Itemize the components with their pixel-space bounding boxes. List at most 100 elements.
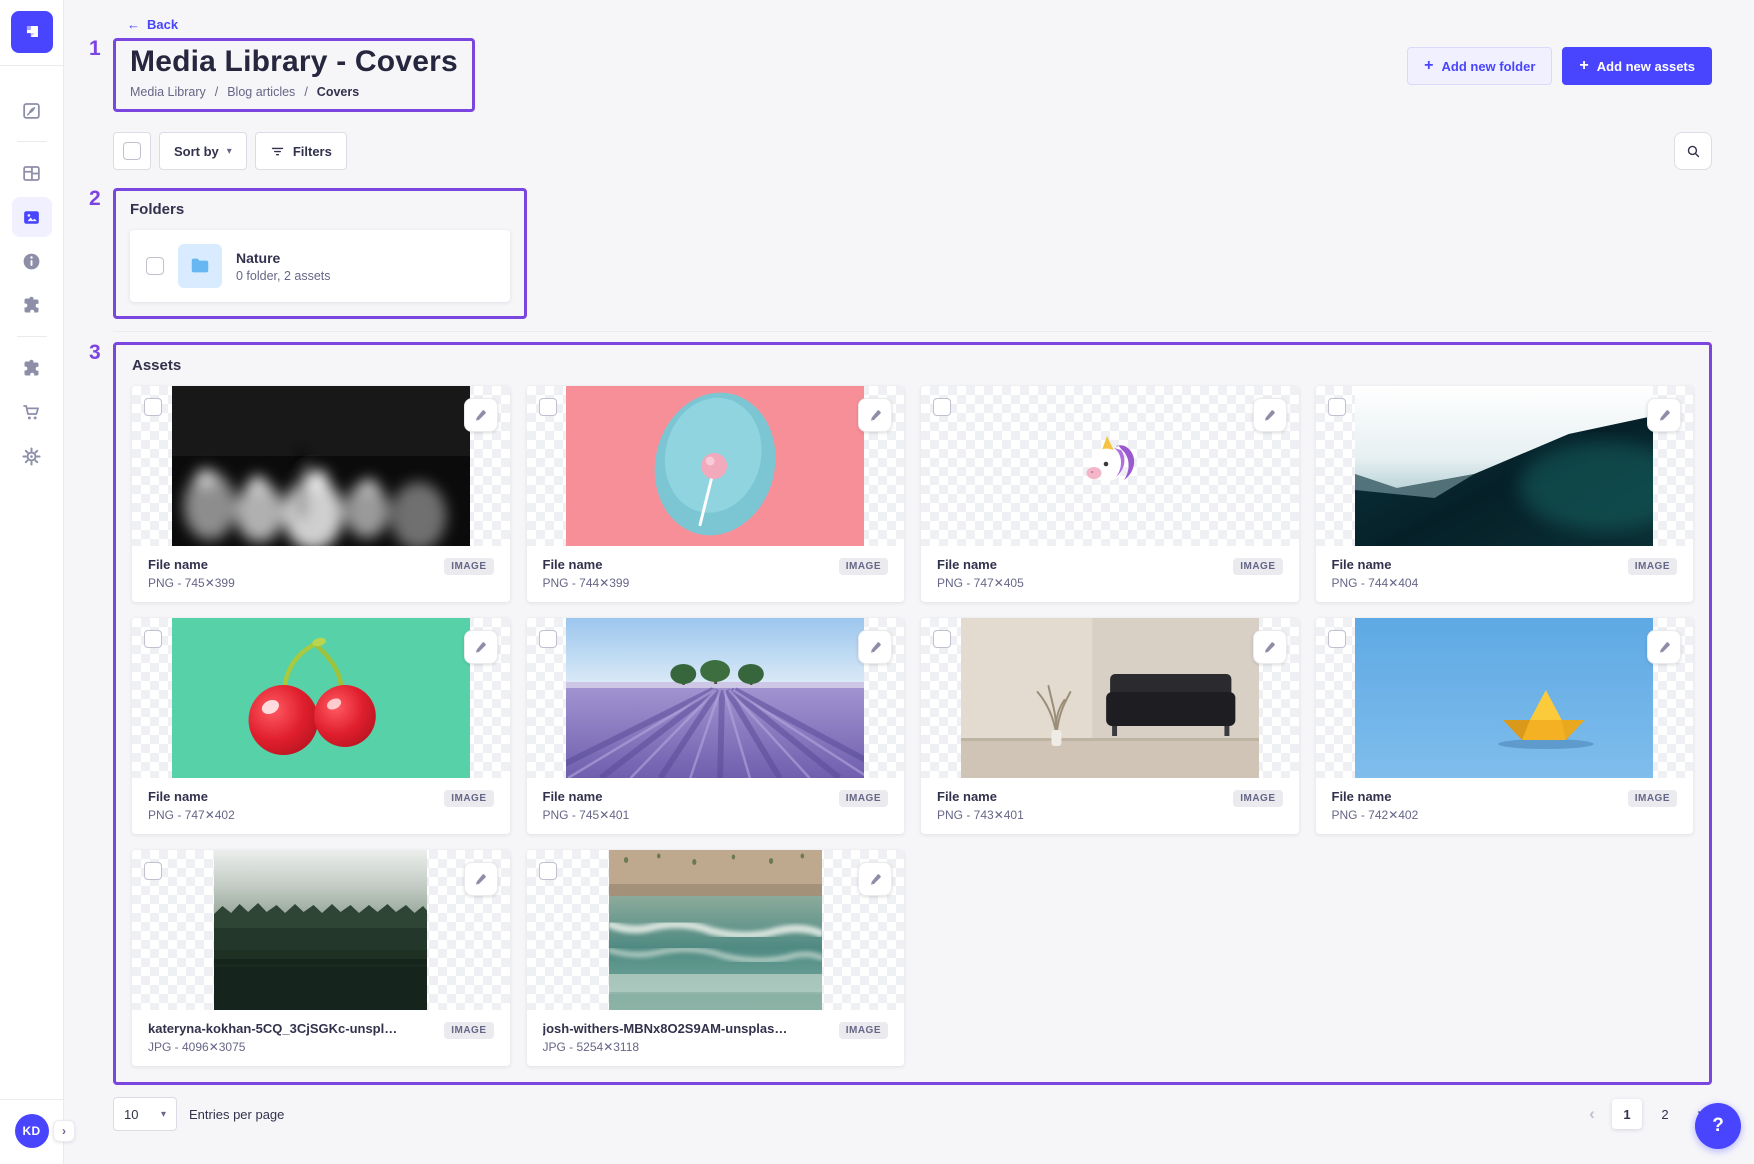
band-concert-photo: [172, 386, 470, 546]
strapi-logo[interactable]: [11, 11, 53, 53]
asset-type-badge: IMAGE: [839, 558, 888, 575]
asset-file-meta: PNG - 745✕399: [148, 576, 235, 590]
help-button[interactable]: ?: [1695, 1103, 1741, 1149]
asset-checkbox[interactable]: [933, 630, 951, 648]
sidebar-item-settings[interactable]: [12, 436, 52, 476]
sidebar-collapse-button[interactable]: ›: [53, 1120, 75, 1142]
edit-asset-button[interactable]: [1253, 398, 1287, 432]
breadcrumb-item[interactable]: Blog articles: [227, 85, 295, 99]
asset-checkbox[interactable]: [539, 862, 557, 880]
edit-asset-button[interactable]: [464, 862, 498, 896]
asset-file-meta: JPG - 4096✕3075: [148, 1040, 398, 1054]
marketplace-puzzle-icon: [21, 358, 42, 379]
add-new-folder-button[interactable]: + Add new folder: [1407, 47, 1552, 85]
edit-asset-button[interactable]: [858, 630, 892, 664]
folder-checkbox[interactable]: [146, 257, 164, 275]
asset-type-badge: IMAGE: [839, 1022, 888, 1039]
sidebar-item-documentation[interactable]: [12, 241, 52, 281]
asset-thumbnail: [1316, 386, 1694, 546]
asset-checkbox[interactable]: [539, 630, 557, 648]
asset-card[interactable]: kateryna-kokhan-5CQ_3CjSGKc-unsplash.jpg…: [132, 850, 510, 1066]
add-new-assets-button[interactable]: + Add new assets: [1562, 47, 1712, 85]
breadcrumb-separator: /: [304, 85, 307, 99]
asset-thumbnail: [132, 386, 510, 546]
folder-meta: 0 folder, 2 assets: [236, 269, 331, 283]
asset-type-badge: IMAGE: [1628, 558, 1677, 575]
search-icon: [1685, 143, 1702, 160]
page-title: Media Library - Covers: [130, 45, 458, 79]
edit-asset-button[interactable]: [1647, 398, 1681, 432]
asset-checkbox[interactable]: [1328, 630, 1346, 648]
asset-card[interactable]: File name PNG - 747✕405 IMAGE: [921, 386, 1299, 602]
sidebar-divider: [0, 1099, 63, 1100]
asset-thumbnail: [132, 850, 510, 1010]
asset-file-name: josh-withers-MBNx8O2S9AM-unsplash.jpg: [543, 1021, 793, 1036]
previous-page-button[interactable]: ‹: [1580, 1104, 1604, 1124]
breadcrumb-item[interactable]: Media Library: [130, 85, 206, 99]
chevron-down-icon: ▾: [227, 146, 232, 157]
edit-asset-button[interactable]: [858, 398, 892, 432]
pencil-icon: [1262, 408, 1277, 423]
page-2-button[interactable]: 2: [1650, 1099, 1680, 1129]
aerial-beach-photo: [609, 850, 822, 1010]
back-link[interactable]: ← Back: [127, 17, 178, 32]
annotation-box-1: 1 Media Library - Covers Media Library /…: [113, 38, 475, 112]
breadcrumb-separator: /: [215, 85, 218, 99]
info-icon: [21, 251, 42, 272]
asset-checkbox[interactable]: [144, 398, 162, 416]
layout-grid-icon: [21, 163, 42, 184]
asset-card[interactable]: File name PNG - 742✕402 IMAGE: [1316, 618, 1694, 834]
avatar[interactable]: KD: [15, 1114, 49, 1148]
folder-card[interactable]: Nature 0 folder, 2 assets: [130, 230, 510, 302]
puzzle-icon: [21, 295, 42, 316]
sort-by-button[interactable]: Sort by ▾: [159, 132, 247, 170]
asset-checkbox[interactable]: [539, 398, 557, 416]
asset-file-name: File name: [1332, 557, 1419, 572]
asset-file-meta: PNG - 742✕402: [1332, 808, 1419, 822]
sidebar: KD: [0, 0, 64, 1164]
asset-type-badge: IMAGE: [1628, 790, 1677, 807]
sidebar-item-content-type-builder[interactable]: [12, 153, 52, 193]
asset-checkbox[interactable]: [1328, 398, 1346, 416]
sidebar-item-marketplace[interactable]: [12, 348, 52, 388]
annotation-number-1: 1: [89, 37, 101, 61]
sidebar-item-plugins[interactable]: [12, 285, 52, 325]
asset-checkbox[interactable]: [144, 630, 162, 648]
pencil-icon: [1657, 640, 1672, 655]
page-1-button[interactable]: 1: [1612, 1099, 1642, 1129]
asset-card[interactable]: File name PNG - 747✕402 IMAGE: [132, 618, 510, 834]
asset-thumbnail: [921, 618, 1299, 778]
pencil-icon: [868, 408, 883, 423]
entries-per-page-select[interactable]: 10 ▾: [113, 1097, 177, 1131]
section-divider: [113, 331, 1712, 332]
asset-card[interactable]: josh-withers-MBNx8O2S9AM-unsplash.jpg JP…: [527, 850, 905, 1066]
edit-asset-button[interactable]: [464, 630, 498, 664]
asset-thumbnail: [527, 618, 905, 778]
asset-checkbox[interactable]: [144, 862, 162, 880]
asset-card[interactable]: File name PNG - 745✕399 IMAGE: [132, 386, 510, 602]
asset-file-meta: PNG - 744✕404: [1332, 576, 1419, 590]
chevron-down-icon: ▾: [161, 1109, 166, 1120]
edit-asset-button[interactable]: [858, 862, 892, 896]
pencil-icon: [473, 408, 488, 423]
select-all-checkbox[interactable]: [123, 142, 141, 160]
asset-file-name: File name: [937, 789, 1024, 804]
asset-checkbox[interactable]: [933, 398, 951, 416]
asset-card[interactable]: File name PNG - 743✕401 IMAGE: [921, 618, 1299, 834]
asset-file-name: File name: [543, 557, 630, 572]
filters-button[interactable]: Filters: [255, 132, 347, 170]
asset-type-badge: IMAGE: [1233, 558, 1282, 575]
asset-card[interactable]: File name PNG - 744✕404 IMAGE: [1316, 386, 1694, 602]
asset-type-badge: IMAGE: [444, 790, 493, 807]
search-button[interactable]: [1674, 132, 1712, 170]
edit-asset-button[interactable]: [1647, 630, 1681, 664]
sidebar-item-purchase[interactable]: [12, 392, 52, 432]
sidebar-item-content-manager[interactable]: [12, 90, 52, 130]
folder-icon: [189, 255, 211, 277]
edit-asset-button[interactable]: [464, 398, 498, 432]
edit-asset-button[interactable]: [1253, 630, 1287, 664]
plus-icon: +: [1424, 58, 1433, 74]
asset-card[interactable]: File name PNG - 745✕401 IMAGE: [527, 618, 905, 834]
sidebar-item-media-library[interactable]: [12, 197, 52, 237]
asset-card[interactable]: File name PNG - 744✕399 IMAGE: [527, 386, 905, 602]
